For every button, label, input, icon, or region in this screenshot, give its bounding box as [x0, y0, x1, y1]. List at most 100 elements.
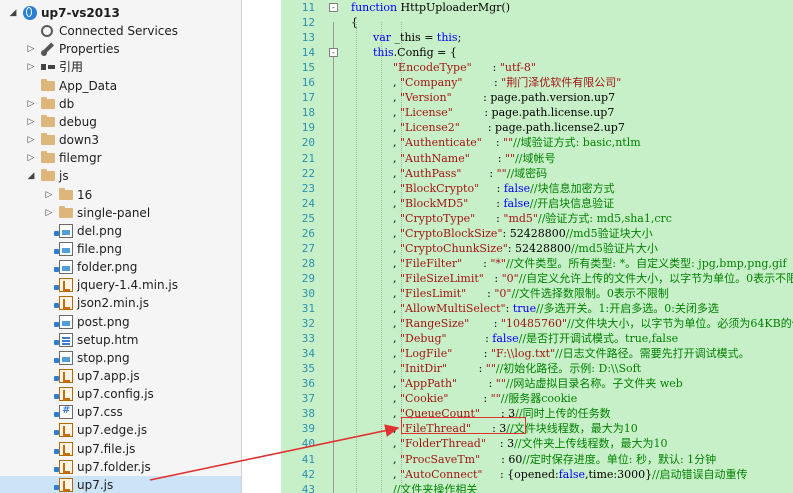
expand-arrow-down-icon[interactable]: ◢	[26, 169, 36, 183]
expand-arrow-right-icon[interactable]: ▷	[26, 97, 36, 111]
tree-item[interactable]: file.png	[0, 240, 241, 258]
tree-item-label: up7.edge.js	[77, 423, 148, 437]
tree-item[interactable]: up7.folder.js	[0, 458, 241, 476]
tree-item[interactable]: json2.min.js	[0, 294, 241, 312]
code-token: ,	[393, 242, 400, 255]
tree-item[interactable]: jquery-1.4.min.js	[0, 276, 241, 294]
code-line[interactable]: , "License" : page.path.license.up7	[393, 105, 614, 120]
expand-arrow-right-icon[interactable]: ▷	[44, 188, 54, 202]
expand-arrow-right-icon[interactable]: ▷	[26, 115, 36, 129]
code-line[interactable]: , "CryptoType" : "md5"//验证方式: md5,sha1,c…	[393, 211, 672, 226]
code-line[interactable]: var _this = this;	[373, 30, 461, 45]
code-token: "FolderThread"	[400, 437, 486, 450]
tree-item[interactable]: ▷ filemgr	[0, 149, 241, 167]
code-token: ,	[393, 468, 400, 481]
expand-arrow-right-icon[interactable]: ▷	[26, 42, 36, 56]
code-editor[interactable]: 11 12 13 14 15 16 17 18 19 20 21 22 23 24 25 26 27 28 29 30…	[281, 0, 793, 493]
tree-item[interactable]: ▷ 16	[0, 186, 241, 204]
expand-arrow-right-icon[interactable]: ▷	[26, 60, 36, 74]
code-token: //域帐号	[515, 152, 556, 165]
code-line[interactable]: , "License2" : page.path.license2.up7	[393, 120, 625, 135]
tree-item[interactable]: App_Data	[0, 77, 241, 95]
code-line[interactable]: , "Debug" : false//是否打开调试模式。true,false	[393, 331, 678, 346]
outline-fold-line	[333, 22, 334, 493]
code-token: : 52428800	[507, 242, 571, 255]
code-line[interactable]: , "CryptoChunkSize": 52428800//md5验证片大小	[393, 241, 658, 256]
tree-item[interactable]: up7.config.js	[0, 385, 241, 403]
code-line[interactable]: {	[351, 15, 358, 30]
globe-icon	[23, 6, 37, 20]
code-line[interactable]: , "Version" : page.path.version.up7	[393, 90, 615, 105]
code-line[interactable]: , "Company" : "荆门泽优软件有限公司"	[393, 75, 621, 90]
source-control-lock-icon	[54, 285, 59, 290]
tree-item[interactable]: ▷ single-panel	[0, 204, 241, 222]
tree-item[interactable]: ▷ 引用	[0, 58, 241, 76]
tree-item[interactable]: up7.edge.js	[0, 421, 241, 439]
tree-item[interactable]: ▷ debug	[0, 113, 241, 131]
code-line[interactable]: , "AutoConnect" : {opened:false,time:300…	[393, 467, 748, 482]
tree-item[interactable]: ▷ db	[0, 95, 241, 113]
code-line[interactable]: , "FilesLimit" : "0"//文件选择数限制。0表示不限制	[393, 286, 669, 301]
code-line[interactable]: , "FileSizeLimit" : "0"//自定义允许上传的文件大小，以字…	[393, 271, 793, 286]
tree-item[interactable]: ▷ Properties	[0, 40, 241, 58]
code-token: :	[462, 257, 491, 270]
code-token: "*"	[490, 257, 506, 270]
code-line[interactable]: "EncodeType" : "utf-8"	[393, 60, 536, 75]
code-line[interactable]: function HttpUploaderMgr()	[351, 0, 510, 15]
code-token: "FileSizeLimit"	[400, 272, 484, 285]
code-line[interactable]: , "FolderThread" : 3//文件夹上传线程数，最大为10	[393, 436, 668, 451]
code-token: "Company"	[400, 76, 463, 89]
tree-item[interactable]: stop.png	[0, 349, 241, 367]
panel-splitter[interactable]	[241, 0, 281, 493]
code-token: "BlockCrypto"	[400, 182, 480, 195]
expand-arrow-right-icon[interactable]: ▷	[26, 133, 36, 147]
code-line[interactable]: , "AuthPass" : ""//域密码	[393, 166, 547, 181]
tree-item[interactable]: up7.file.js	[0, 440, 241, 458]
code-token: :	[475, 212, 504, 225]
code-line[interactable]: , "Authenticate" : ""//域验证方式: basic,ntlm	[393, 135, 641, 150]
code-line[interactable]: , "ProcSaveTm" : 60//定时保存进度。单位: 秒，默认: 1分…	[393, 452, 716, 467]
code-line[interactable]: , "FileThread" : 3//文件块线程数，最大为10	[393, 421, 638, 436]
tree-item[interactable]: ◢ js	[0, 167, 241, 185]
line-number: 21	[301, 152, 315, 165]
js-file-icon	[59, 478, 73, 492]
tree-item[interactable]: setup.htm	[0, 331, 241, 349]
tree-item[interactable]: Connected Services	[0, 22, 241, 40]
code-line[interactable]: , "RangeSize" : "10485760"//文件块大小，以字节为单位…	[393, 316, 793, 331]
code-line[interactable]: , "BlockMD5" : false//开启块信息验证	[393, 196, 614, 211]
code-line[interactable]: , "Cookie" : ""//服务器cookie	[393, 391, 577, 406]
code-line[interactable]: , "LogFile" : "F:\\log.txt"//日志文件路径。需要先打…	[393, 346, 750, 361]
code-line[interactable]: , "AuthName" : ""//域帐号	[393, 151, 556, 166]
code-token: ,	[393, 362, 400, 375]
code-line[interactable]: , "FileFilter" : "*"//文件类型。所有类型: *。自定义类型…	[393, 256, 787, 271]
tree-item[interactable]: up7.css	[0, 403, 241, 421]
tree-item[interactable]: del.png	[0, 222, 241, 240]
code-line[interactable]: , "CryptoBlockSize": 52428800//md5验证块大小	[393, 226, 653, 241]
code-line[interactable]: this.Config = {	[373, 45, 457, 60]
collapse-toggle-icon[interactable]: -	[329, 48, 338, 57]
tree-item-label: Connected Services	[59, 24, 179, 38]
tree-item[interactable]: ▷ down3	[0, 131, 241, 149]
code-line[interactable]: , "AppPath" : ""//网站虚拟目录名称。子文件夹 web	[393, 376, 683, 391]
tree-item[interactable]: post.png	[0, 313, 241, 331]
code-line[interactable]: //文件夹操作相关	[393, 482, 477, 493]
folder-icon	[41, 115, 55, 127]
tree-item[interactable]: folder.png	[0, 258, 241, 276]
source-control-lock-icon	[54, 394, 59, 399]
expand-arrow-down-icon[interactable]: ◢	[8, 6, 18, 20]
code-line[interactable]: , "AllowMultiSelect": true//多选开关。1:开启多选。…	[393, 301, 719, 316]
line-number: 15	[301, 61, 315, 74]
code-line[interactable]: , "InitDir" : ""//初始化路径。示例: D:\\Soft	[393, 361, 641, 376]
tree-item[interactable]: up7.app.js	[0, 367, 241, 385]
code-token: "AutoConnect"	[400, 468, 483, 481]
image-file-icon	[59, 315, 73, 329]
code-line[interactable]: , "QueueCount" : 3//同时上传的任务数	[393, 406, 611, 421]
source-control-lock-icon	[54, 430, 59, 435]
code-line[interactable]: , "BlockCrypto" : false//块信息加密方式	[393, 181, 615, 196]
expand-arrow-right-icon[interactable]: ▷	[44, 206, 54, 220]
expand-arrow-right-icon[interactable]: ▷	[26, 151, 36, 165]
tree-item[interactable]: ◢ up7-vs2013	[0, 4, 241, 22]
collapse-toggle-icon[interactable]: -	[329, 3, 338, 12]
tree-item[interactable]: up7.js	[0, 476, 241, 493]
code-token: function	[351, 1, 398, 14]
